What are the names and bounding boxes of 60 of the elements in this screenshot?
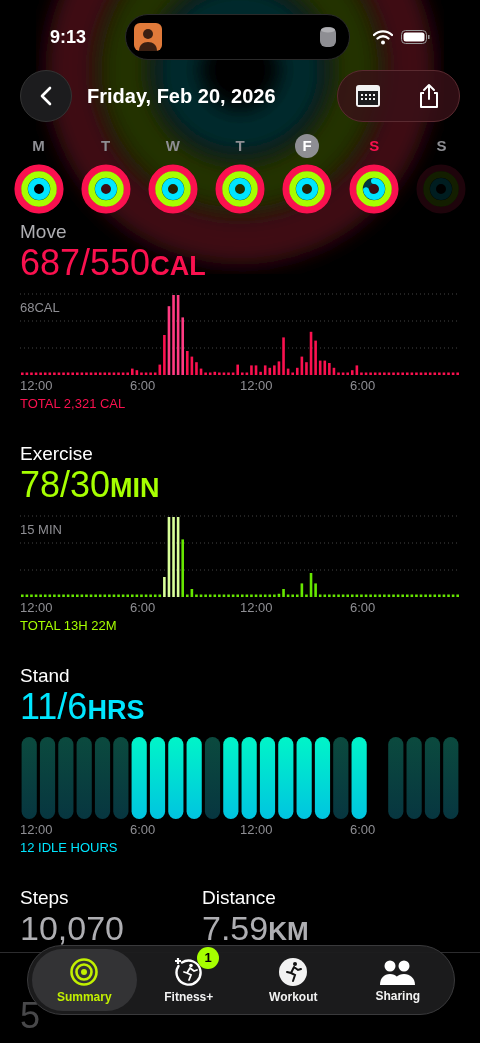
day-label[interactable]: T: [93, 134, 118, 158]
date-title: Friday, Feb 20, 2026: [87, 84, 276, 109]
axis-label: 6:00: [130, 822, 157, 838]
chart-max-label: 68CAL: [20, 299, 60, 317]
day-label[interactable]: T: [228, 134, 252, 158]
day-label[interactable]: F: [295, 134, 320, 158]
goal-value: 687/550: [20, 244, 151, 282]
tab-item[interactable]: Fitness+ 1: [136, 949, 241, 1011]
chart-total: TOTAL 13H 22M: [20, 618, 118, 634]
axis-label: 12:00: [240, 378, 274, 394]
calendar-icon: [355, 84, 382, 108]
activity-rings[interactable]: [349, 164, 400, 214]
time: 9:13: [50, 25, 88, 49]
avatar-icon: [134, 23, 162, 51]
activity-rings[interactable]: [147, 164, 198, 214]
battery-icon: [401, 30, 430, 44]
stat-label: Distance: [202, 886, 277, 910]
axis-label: 12:00: [20, 822, 54, 838]
day-label[interactable]: S: [429, 134, 454, 158]
activity-rings[interactable]: [282, 164, 333, 214]
chart-max-label: 15 MIN: [20, 521, 62, 539]
chart-total: TOTAL 2,321 CAL: [20, 396, 127, 412]
axis-label: 6:00: [350, 822, 377, 838]
activity-rings[interactable]: [215, 164, 265, 214]
day-label[interactable]: W: [160, 134, 185, 158]
activity-rings[interactable]: [13, 164, 64, 214]
axis-label: 12:00: [20, 378, 54, 394]
day-label[interactable]: M: [26, 134, 51, 158]
goal-unit: MIN: [110, 472, 160, 505]
wifi-icon: [373, 29, 393, 45]
goal-unit: HRS: [87, 694, 145, 727]
stat-label: Steps: [20, 886, 70, 910]
back-button[interactable]: [20, 70, 72, 122]
axis-label: 12:00: [20, 600, 54, 616]
tab-item[interactable]: Sharing: [345, 949, 450, 1011]
notification-badge: 1: [197, 947, 219, 969]
activity-rings[interactable]: [80, 164, 131, 214]
speaker-icon: [319, 26, 337, 48]
goal-value: 78/30: [20, 466, 111, 504]
stat-unit: KM: [268, 915, 309, 948]
goal-unit: CAL: [150, 250, 206, 283]
axis-label: 12:00: [240, 600, 274, 616]
section-title: Exercise: [20, 442, 94, 466]
axis-label: 6:00: [350, 378, 377, 394]
axis-label: 6:00: [130, 378, 157, 394]
axis-label: 6:00: [130, 600, 157, 616]
rings-icon: [69, 956, 100, 987]
back-icon: [39, 86, 53, 106]
chart-total: 12 IDLE HOURS: [20, 840, 119, 856]
runner-plus-icon: [173, 956, 204, 987]
day-label[interactable]: S: [362, 134, 387, 158]
section-title: Move: [20, 220, 68, 244]
stat-value: 10,070: [20, 910, 124, 946]
goal-value: 11/6: [20, 688, 88, 726]
tab-item[interactable]: Workout: [241, 949, 346, 1011]
stat-value: 7.59: [202, 910, 269, 946]
axis-label: 6:00: [350, 600, 377, 616]
axis-label: 12:00: [240, 822, 274, 838]
section-title: Stand: [20, 664, 71, 688]
runner-icon: [278, 956, 309, 987]
